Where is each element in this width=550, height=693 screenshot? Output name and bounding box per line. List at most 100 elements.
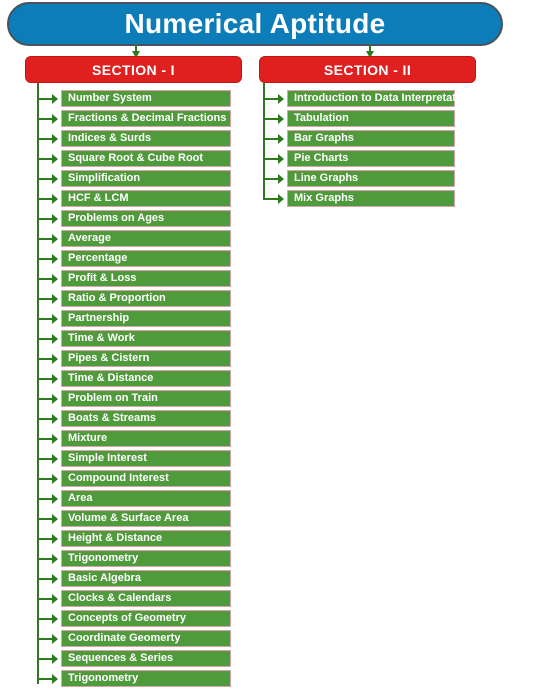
topic-item-label: Clocks & Calendars <box>68 592 172 604</box>
right-arrow-icon <box>278 194 284 204</box>
right-arrow-icon <box>52 214 58 224</box>
right-arrow-icon <box>278 174 284 184</box>
right-arrow-icon <box>52 514 58 524</box>
connector-branch <box>37 598 53 600</box>
topic-item-label: Number System <box>68 92 152 104</box>
topic-item[interactable]: Pie Charts <box>287 150 455 167</box>
topic-item[interactable]: Sequences & Series <box>61 650 231 667</box>
topic-item[interactable]: Mixture <box>61 430 231 447</box>
connector-branch <box>37 458 53 460</box>
topic-item-label: Coordinate Geomerty <box>68 632 181 644</box>
right-arrow-icon <box>52 654 58 664</box>
section-header-2-label: SECTION - II <box>323 61 412 78</box>
topic-item[interactable]: Compound Interest <box>61 470 231 487</box>
right-arrow-icon <box>52 174 58 184</box>
connector-branch <box>37 678 53 680</box>
right-arrow-icon <box>52 274 58 284</box>
topic-item[interactable]: Pipes & Cistern <box>61 350 231 367</box>
right-arrow-icon <box>52 114 58 124</box>
right-arrow-icon <box>52 474 58 484</box>
right-arrow-icon <box>52 354 58 364</box>
topic-item[interactable]: Area <box>61 490 231 507</box>
topic-item-label: Introduction to Data Interpretation <box>294 92 473 104</box>
topic-item[interactable]: Profit & Loss <box>61 270 231 287</box>
right-arrow-icon <box>278 114 284 124</box>
right-arrow-icon <box>52 414 58 424</box>
topic-item-label: Profit & Loss <box>68 272 137 284</box>
topic-item[interactable]: Line Graphs <box>287 170 455 187</box>
right-arrow-icon <box>278 94 284 104</box>
connector-branch <box>37 178 53 180</box>
connector-branch <box>37 258 53 260</box>
section-header-2[interactable]: SECTION - II <box>259 56 476 83</box>
connector-branch <box>37 358 53 360</box>
right-arrow-icon <box>52 134 58 144</box>
right-arrow-icon <box>52 94 58 104</box>
topic-item[interactable]: Fractions & Decimal Fractions <box>61 110 231 127</box>
topic-item[interactable]: Percentage <box>61 250 231 267</box>
topic-item[interactable]: Trigonometry <box>61 550 231 567</box>
topic-item[interactable]: Ratio & Proportion <box>61 290 231 307</box>
topic-item[interactable]: Partnership <box>61 310 231 327</box>
right-arrow-icon <box>52 634 58 644</box>
topic-item[interactable]: Indices & Surds <box>61 130 231 147</box>
connector-branch <box>37 298 53 300</box>
topic-item[interactable]: Simplification <box>61 170 231 187</box>
connector-branch <box>263 158 279 160</box>
right-arrow-icon <box>52 674 58 684</box>
topic-item-label: Trigonometry <box>68 672 139 684</box>
topic-item[interactable]: Simple Interest <box>61 450 231 467</box>
right-arrow-icon <box>52 534 58 544</box>
connector-branch <box>37 138 53 140</box>
topic-item[interactable]: Mix Graphs <box>287 190 455 207</box>
topic-item-label: HCF & LCM <box>68 192 129 204</box>
topic-item-label: Line Graphs <box>294 172 359 184</box>
topic-item[interactable]: Introduction to Data Interpretation <box>287 90 472 107</box>
connector-branch <box>37 338 53 340</box>
topic-item[interactable]: Average <box>61 230 231 247</box>
topic-item[interactable]: Concepts of Geometry <box>61 610 231 627</box>
connector-trunk-section-1 <box>37 83 39 684</box>
topic-item-label: Square Root & Cube Root <box>68 152 204 164</box>
topic-item[interactable]: Problem on Train <box>61 390 231 407</box>
topic-item[interactable]: Height & Distance <box>61 530 231 547</box>
connector-branch <box>37 478 53 480</box>
topic-item[interactable]: Number System <box>61 90 231 107</box>
topic-item[interactable]: Basic Algebra <box>61 570 231 587</box>
right-arrow-icon <box>52 374 58 384</box>
connector-branch <box>37 418 53 420</box>
right-arrow-icon <box>52 614 58 624</box>
topic-item[interactable]: Boats & Streams <box>61 410 231 427</box>
connector-branch <box>263 138 279 140</box>
topic-item[interactable]: Clocks & Calendars <box>61 590 231 607</box>
connector-branch <box>37 318 53 320</box>
topic-item[interactable]: HCF & LCM <box>61 190 231 207</box>
section-header-1[interactable]: SECTION - I <box>25 56 242 83</box>
topic-item[interactable]: Time & Work <box>61 330 231 347</box>
right-arrow-icon <box>52 494 58 504</box>
topic-item-label: Time & Distance <box>68 372 154 384</box>
topic-item-label: Simplification <box>68 172 141 184</box>
topic-item[interactable]: Square Root & Cube Root <box>61 150 231 167</box>
topic-item[interactable]: Coordinate Geomerty <box>61 630 231 647</box>
connector-branch <box>37 238 53 240</box>
connector-branch <box>263 198 279 200</box>
topic-item-label: Concepts of Geometry <box>68 612 186 624</box>
topic-item-label: Sequences & Series <box>68 652 174 664</box>
topic-item[interactable]: Time & Distance <box>61 370 231 387</box>
topic-item-label: Mixture <box>68 432 108 444</box>
connector-branch <box>37 438 53 440</box>
right-arrow-icon <box>52 254 58 264</box>
topic-item[interactable]: Bar Graphs <box>287 130 455 147</box>
topic-item[interactable]: Trigonometry <box>61 670 231 687</box>
topic-item[interactable]: Volume & Surface Area <box>61 510 231 527</box>
topic-item-label: Pie Charts <box>294 152 349 164</box>
topic-item-label: Compound Interest <box>68 472 169 484</box>
connector-branch <box>37 538 53 540</box>
topic-item-label: Simple Interest <box>68 452 147 464</box>
topic-item[interactable]: Problems on Ages <box>61 210 231 227</box>
connector-branch <box>37 118 53 120</box>
connector-branch <box>37 398 53 400</box>
topic-item[interactable]: Tabulation <box>287 110 455 127</box>
right-arrow-icon <box>52 294 58 304</box>
